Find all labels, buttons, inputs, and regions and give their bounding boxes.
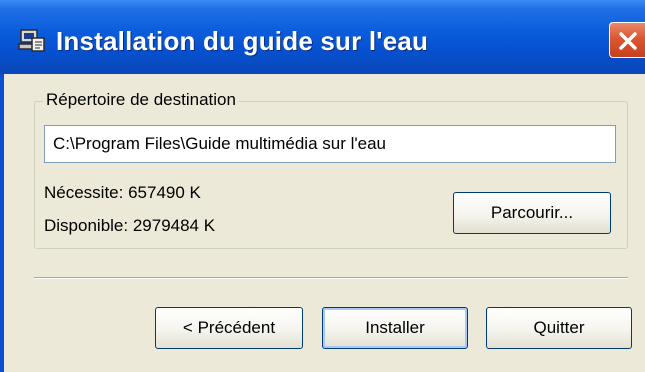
available-space-label: Disponible: 2979484 K xyxy=(44,216,216,235)
previous-button[interactable]: < Précédent xyxy=(155,307,303,349)
window-left-border xyxy=(0,74,4,372)
close-button[interactable] xyxy=(609,22,645,58)
separator xyxy=(34,277,628,279)
quit-button[interactable]: Quitter xyxy=(486,307,632,349)
destination-path-input[interactable] xyxy=(44,125,616,163)
window-title: Installation du guide sur l'eau xyxy=(56,26,429,56)
destination-group-label: Répertoire de destination xyxy=(43,90,239,110)
browse-button[interactable]: Parcourir... xyxy=(453,192,611,234)
install-button[interactable]: Installer xyxy=(322,307,468,349)
required-space-label: Nécessite: 657490 K xyxy=(44,183,201,202)
installer-dialog: Installation du guide sur l'eau Répertoi… xyxy=(0,0,645,372)
installer-computer-icon xyxy=(18,27,48,55)
title-bar[interactable]: Installation du guide sur l'eau xyxy=(0,0,645,74)
